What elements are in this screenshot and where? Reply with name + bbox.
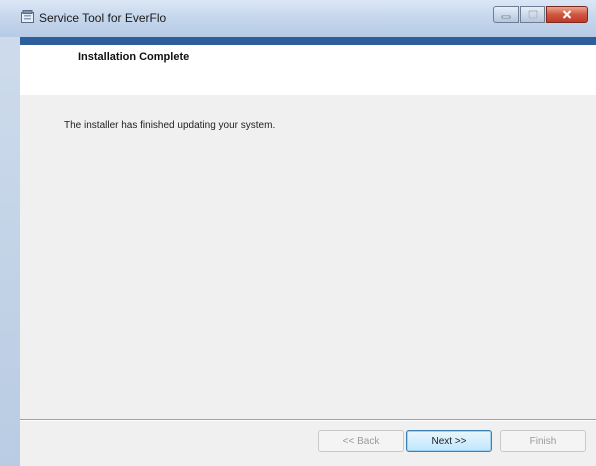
button-bar: << Back Next >> Finish bbox=[20, 421, 596, 466]
finish-button[interactable]: Finish bbox=[500, 430, 586, 452]
next-button[interactable]: Next >> bbox=[406, 430, 492, 452]
header-accent-strip bbox=[20, 37, 596, 45]
header-panel: Installation Complete bbox=[20, 45, 596, 95]
close-icon bbox=[562, 10, 572, 19]
minimize-button[interactable] bbox=[493, 6, 519, 23]
window-title: Service Tool for EverFlo bbox=[39, 11, 167, 25]
content-panel: The installer has finished updating your… bbox=[20, 95, 596, 419]
title-bar[interactable]: Service Tool for EverFlo bbox=[0, 0, 596, 37]
app-icon bbox=[21, 10, 34, 23]
back-button[interactable]: << Back bbox=[318, 430, 404, 452]
installer-window: Service Tool for EverFlo Installation Co… bbox=[0, 0, 596, 466]
page-title: Installation Complete bbox=[78, 51, 190, 63]
close-button[interactable] bbox=[546, 6, 588, 23]
window-controls bbox=[493, 6, 588, 23]
minimize-icon bbox=[501, 15, 511, 18]
completion-message: The installer has finished updating your… bbox=[64, 120, 276, 131]
maximize-icon bbox=[527, 10, 538, 19]
maximize-button[interactable] bbox=[520, 6, 545, 23]
